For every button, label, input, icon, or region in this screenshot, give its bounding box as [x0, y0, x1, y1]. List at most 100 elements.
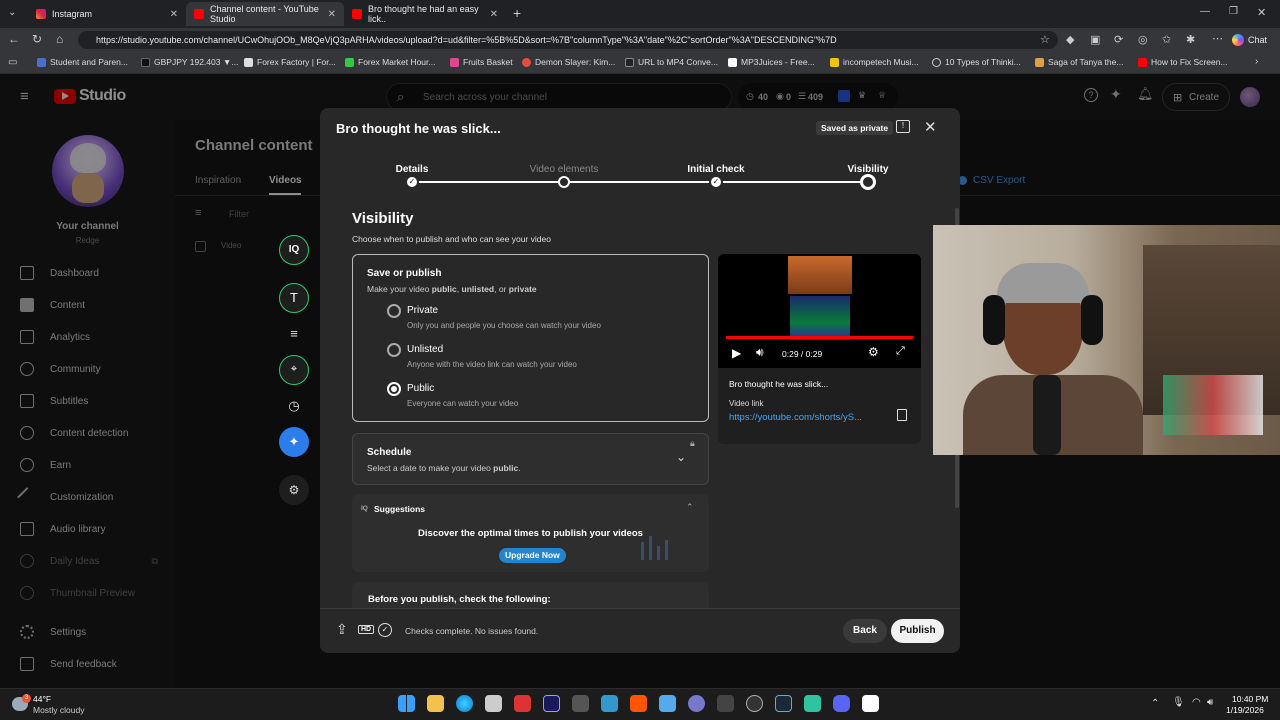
- bookmarks-icon[interactable]: ▭: [8, 57, 17, 68]
- app-icon[interactable]: [659, 695, 676, 712]
- bookmark-item[interactable]: URL to MP4 Conve...: [625, 57, 718, 67]
- option-public-label[interactable]: Public: [407, 383, 434, 394]
- preview-title: Bro thought he was slick...: [729, 379, 829, 389]
- video-link-label: Video link: [729, 399, 764, 408]
- video-progress-bar[interactable]: [726, 336, 913, 339]
- tab-menu-icon[interactable]: ⌄: [8, 7, 16, 18]
- chevron-down-icon[interactable]: ⌄: [676, 450, 686, 464]
- home-icon[interactable]: ⌂: [56, 32, 63, 46]
- extension-icon[interactable]: ▣: [1090, 33, 1100, 46]
- upgrade-now-button[interactable]: Upgrade Now: [499, 548, 566, 563]
- iq-tool-button[interactable]: IQ: [279, 235, 309, 265]
- windows-start-icon[interactable]: [398, 695, 415, 712]
- bookmark-star-icon[interactable]: ☆: [1040, 33, 1050, 46]
- minimize-icon[interactable]: —: [1200, 6, 1210, 17]
- app-icon[interactable]: [601, 695, 618, 712]
- extension-icon[interactable]: ⟳: [1114, 33, 1123, 46]
- bookmark-item[interactable]: Fruits Basket: [450, 57, 513, 67]
- extensions-puzzle-icon[interactable]: ✱: [1186, 33, 1195, 46]
- file-explorer-icon[interactable]: [427, 695, 444, 712]
- chevron-right-icon[interactable]: ›: [1255, 56, 1258, 67]
- copy-icon[interactable]: [897, 409, 907, 421]
- schedule-card[interactable]: Schedule Select a date to make your vide…: [352, 433, 709, 485]
- close-window-icon[interactable]: ✕: [1257, 6, 1266, 19]
- bookmark-item[interactable]: Forex Market Hour...: [345, 57, 435, 67]
- bookmark-item[interactable]: GBPJPY 192.403 ▼...: [141, 57, 238, 67]
- clock-tool-icon[interactable]: ◷: [279, 391, 309, 421]
- url-input[interactable]: https://studio.youtube.com/channel/UCwOh…: [78, 31, 1058, 49]
- close-icon[interactable]: ✕: [490, 9, 498, 20]
- bookmark-favicon-icon: [625, 57, 634, 67]
- discord-icon[interactable]: [833, 695, 850, 712]
- tag-tool-button[interactable]: ⌖: [279, 355, 309, 385]
- menu-dots-icon[interactable]: ⋯: [1212, 32, 1223, 45]
- app-icon[interactable]: [717, 695, 734, 712]
- settings-icon[interactable]: ⚙: [868, 345, 879, 359]
- app-icon[interactable]: [630, 695, 647, 712]
- chevron-up-icon[interactable]: ⌃: [686, 502, 694, 513]
- close-icon[interactable]: ✕: [328, 9, 336, 20]
- bookmark-item[interactable]: Forex Factory | For...: [244, 57, 336, 67]
- mic-icon[interactable]: 🎙︎: [1172, 697, 1185, 708]
- tab-label: Bro thought he had an easy lick..: [368, 4, 479, 24]
- step-details[interactable]: Details: [396, 164, 429, 175]
- feedback-icon[interactable]: !: [896, 120, 910, 133]
- tab-instagram[interactable]: Instagram ✕: [28, 2, 186, 26]
- chat-button[interactable]: Chat: [1232, 31, 1267, 49]
- steam-icon[interactable]: [775, 695, 792, 712]
- publish-button[interactable]: Publish: [891, 619, 944, 643]
- bookmark-item[interactable]: How to Fix Screen...: [1138, 57, 1228, 67]
- radio-public[interactable]: [387, 382, 401, 396]
- store-icon[interactable]: [485, 695, 502, 712]
- bookmark-item[interactable]: MP3Juices - Free...: [728, 57, 815, 67]
- back-icon[interactable]: ←: [8, 32, 20, 46]
- option-private-label[interactable]: Private: [407, 305, 438, 316]
- bookmark-item[interactable]: incompetech Musi...: [830, 57, 919, 67]
- capcut-icon[interactable]: [862, 695, 879, 712]
- gear-icon[interactable]: ⚙: [279, 475, 309, 505]
- list-tool-icon[interactable]: ≡: [279, 319, 309, 349]
- extension-icon[interactable]: ◆: [1066, 33, 1074, 46]
- bookmark-item[interactable]: 10 Types of Thinki...: [932, 57, 1021, 67]
- bookmark-item[interactable]: Demon Slayer: Kim...: [522, 57, 615, 67]
- reload-icon[interactable]: ↻: [32, 32, 42, 46]
- app-icon[interactable]: [746, 695, 763, 712]
- headphones: [1081, 295, 1103, 345]
- app-icon[interactable]: [572, 695, 589, 712]
- volume-icon[interactable]: 🔊︎: [756, 345, 764, 360]
- fullscreen-icon[interactable]: ⤢: [896, 345, 905, 358]
- favorites-icon[interactable]: ✩: [1162, 33, 1171, 46]
- ai-sparkle-button[interactable]: ✦: [279, 427, 309, 457]
- bookmark-item[interactable]: Saga of Tanya the...: [1035, 57, 1123, 67]
- url-text: https://studio.youtube.com/channel/UCwOh…: [96, 35, 837, 45]
- play-icon[interactable]: ▶: [732, 346, 741, 360]
- close-icon[interactable]: ✕: [170, 9, 178, 20]
- new-tab-icon[interactable]: +: [513, 5, 521, 21]
- wifi-icon[interactable]: ◠: [1192, 697, 1201, 708]
- stepper-track: [412, 181, 868, 183]
- close-icon[interactable]: ✕: [924, 118, 937, 136]
- volume-icon[interactable]: 🔊︎: [1207, 697, 1213, 708]
- restore-icon[interactable]: ❐: [1229, 6, 1238, 17]
- extension-icon[interactable]: ◎: [1138, 33, 1148, 46]
- premiere-icon[interactable]: [543, 695, 560, 712]
- chevron-up-icon[interactable]: ⌃: [1151, 698, 1159, 709]
- bookmark-label: Saga of Tanya the...: [1048, 57, 1124, 67]
- video-link[interactable]: https://youtube.com/shorts/yS...: [729, 412, 862, 423]
- back-button[interactable]: Back: [843, 619, 887, 643]
- text-tool-button[interactable]: T: [279, 283, 309, 313]
- radio-unlisted[interactable]: [387, 343, 401, 357]
- tab-video[interactable]: Bro thought he had an easy lick.. ✕: [344, 2, 506, 26]
- option-unlisted-label[interactable]: Unlisted: [407, 344, 443, 355]
- app-icon[interactable]: [514, 695, 531, 712]
- app-icon[interactable]: [804, 695, 821, 712]
- edge-icon[interactable]: [456, 695, 473, 712]
- radio-private[interactable]: [387, 304, 401, 318]
- step-initial-check[interactable]: Initial check: [687, 164, 744, 175]
- step-video-elements[interactable]: Video elements: [530, 164, 599, 175]
- upload-icon[interactable]: ⇪: [336, 621, 348, 638]
- tab-studio[interactable]: Channel content - YouTube Studio ✕: [186, 2, 344, 26]
- app-icon[interactable]: [688, 695, 705, 712]
- video-player[interactable]: ▶ 🔊︎ 0:29 / 0:29 ⚙ ⤢: [718, 254, 921, 368]
- bookmark-item[interactable]: Student and Paren...: [37, 57, 128, 67]
